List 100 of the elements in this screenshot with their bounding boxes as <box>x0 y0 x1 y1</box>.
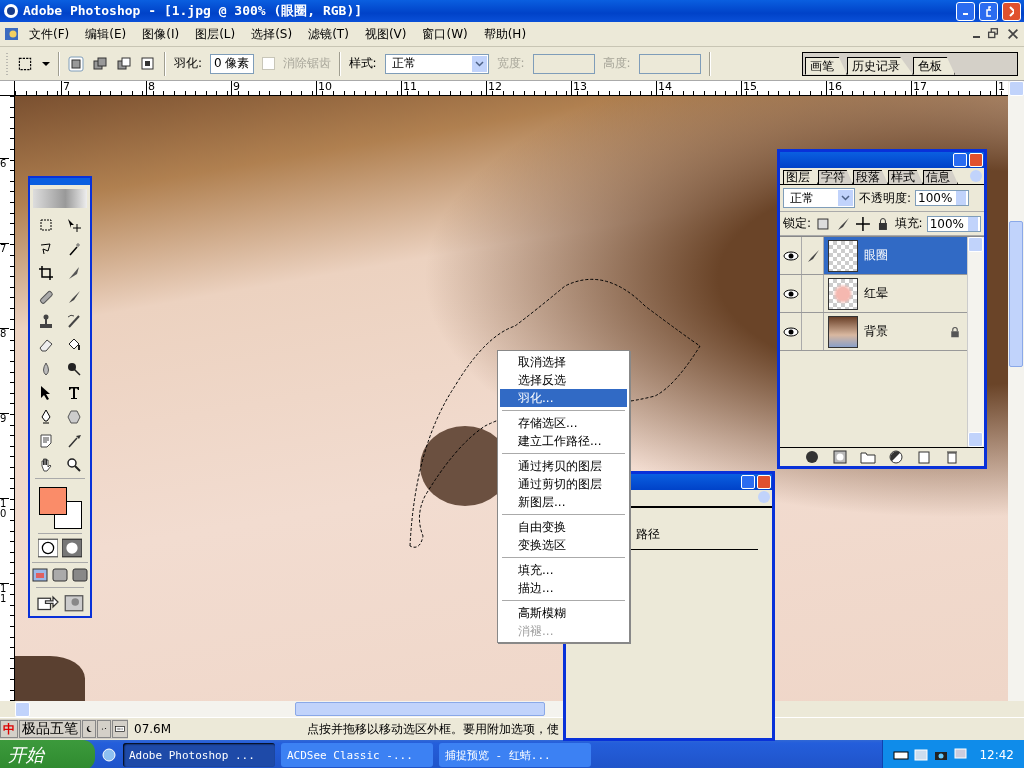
menu-item[interactable]: 编辑(E) <box>78 23 134 45</box>
menu-item[interactable]: 新图层... <box>500 493 627 511</box>
palette-tab[interactable]: 历史记录 <box>847 56 913 75</box>
ruler-number: 11 <box>401 81 486 95</box>
lock-icon <box>949 324 961 339</box>
horizontal-scrollbar[interactable] <box>15 701 563 717</box>
adjustment-icon <box>888 449 904 465</box>
menu-item[interactable]: 视图(V) <box>357 23 414 45</box>
taskbar-button[interactable]: 捕捉预览 - 红蜻... <box>439 743 591 767</box>
lock-label: 锁定: <box>783 215 812 232</box>
window-title: Adobe Photoshop - [1.jpg @ 300% (眼圈, RGB)] <box>23 2 364 20</box>
restore-icon <box>986 27 1000 41</box>
folder-icon <box>860 449 876 465</box>
close-button[interactable] <box>757 475 771 489</box>
panel-tab[interactable]: 样式 <box>888 170 923 184</box>
blend-mode-dropdown[interactable]: 正常 <box>783 188 855 208</box>
close-button[interactable] <box>1002 1 1021 21</box>
fill-field[interactable]: 100% <box>926 215 981 232</box>
menu-item[interactable]: 文件(F) <box>22 23 77 45</box>
menu-item[interactable]: 图层(L) <box>188 23 243 45</box>
menu-item[interactable]: 取消选择 <box>500 353 627 371</box>
menu-item[interactable]: 存储选区... <box>500 414 627 432</box>
eyedropper-icon <box>66 433 82 450</box>
network-icon <box>913 747 930 763</box>
menu-item[interactable]: 选择(S) <box>244 23 300 45</box>
close-button[interactable] <box>969 153 983 167</box>
ruler-number: 7 <box>61 81 146 95</box>
ruler-number: 6 <box>0 158 9 243</box>
panel-tab[interactable]: 字符 <box>818 170 853 184</box>
palette-tab[interactable]: 画笔 <box>805 56 847 75</box>
taskbar-button[interactable]: Adobe Photoshop ... <box>123 743 275 767</box>
menu-item[interactable]: 自由变换 <box>500 518 627 536</box>
ime-name[interactable]: 极品五笔 <box>19 720 81 738</box>
caret-icon[interactable] <box>42 61 50 66</box>
panel-tab[interactable]: 段落 <box>853 170 888 184</box>
layer-name: 背景 <box>864 323 889 340</box>
menu-item[interactable]: 建立工作路径... <box>500 432 627 450</box>
vertical-scrollbar[interactable] <box>1008 81 1024 701</box>
height-field[interactable] <box>638 53 701 74</box>
menu-item[interactable]: 帮助(H) <box>476 23 534 45</box>
width-label: 宽度: <box>496 55 525 72</box>
move-icon <box>854 215 871 232</box>
layer-style-icon <box>804 449 820 465</box>
style-dropdown[interactable]: 正常 <box>384 53 489 74</box>
hand-icon <box>38 457 54 474</box>
layer-row[interactable]: 背景 <box>824 313 967 350</box>
feather-field[interactable]: 0 像素 <box>210 53 254 74</box>
close-icon <box>1009 5 1014 17</box>
status-hint: 点按并拖移以移动选区外框。要用附加选项，使 <box>307 720 560 738</box>
panel-tab[interactable]: 信息 <box>923 170 958 184</box>
menu-item[interactable]: 填充... <box>500 561 627 579</box>
path-name[interactable]: 路径 <box>636 526 660 543</box>
start-button[interactable]: 开始 <box>0 740 95 768</box>
ruler-number: 10 <box>0 498 9 583</box>
width-field[interactable] <box>532 53 595 74</box>
menu-item[interactable]: 通过剪切的图层 <box>500 475 627 493</box>
menu-item[interactable]: 选择反选 <box>500 371 627 389</box>
ruler-number: 9 <box>231 81 316 95</box>
menu-item[interactable]: 窗口(W) <box>415 23 475 45</box>
intersect-selection-icon <box>140 55 156 72</box>
restore-button[interactable] <box>979 1 998 21</box>
stamp-icon <box>38 313 54 330</box>
menu-item[interactable]: 图像(I) <box>135 23 187 45</box>
foreground-color-swatch[interactable] <box>39 487 67 516</box>
menu-item[interactable]: 羽化... <box>500 389 627 407</box>
menu-item[interactable]: 滤镜(T) <box>301 23 356 45</box>
ruler-number: 17 <box>911 81 996 95</box>
ruler-number: 8 <box>0 328 9 413</box>
minimize-button[interactable] <box>956 1 975 21</box>
minimize-button[interactable] <box>953 153 967 167</box>
minimize-button[interactable] <box>741 475 755 489</box>
taskbar-button[interactable]: ACDSee Classic -... <box>281 743 433 767</box>
panel-tab[interactable]: 图层 <box>783 170 818 184</box>
antialias-label: 消除锯齿 <box>282 55 331 72</box>
ruler-number: 16 <box>826 81 911 95</box>
opacity-label: 不透明度: <box>859 189 912 207</box>
feather-label: 羽化: <box>174 55 203 72</box>
mask-icon <box>832 449 848 465</box>
browser-icon <box>101 747 117 763</box>
chevron-down-icon <box>841 195 850 201</box>
document-size: 07.6M <box>134 722 172 736</box>
ruler-number: 14 <box>656 81 741 95</box>
menu-item[interactable]: 高斯模糊 <box>500 604 627 622</box>
trash-icon <box>944 449 960 465</box>
screen-mode-icon <box>52 567 68 583</box>
marquee-icon <box>38 217 54 234</box>
opacity-field[interactable]: 100% <box>915 190 970 206</box>
hexagon-icon <box>66 409 82 426</box>
menu-item[interactable]: 描边... <box>500 579 627 597</box>
layer-row[interactable]: 眼圈 <box>824 237 967 274</box>
menu-item: 消褪... <box>517 623 555 640</box>
menu-item[interactable]: 变换选区 <box>500 536 627 554</box>
layers-scrollbar[interactable] <box>967 237 984 447</box>
menu-item[interactable]: 通过拷贝的图层 <box>500 457 627 475</box>
new-layer-icon <box>916 449 932 465</box>
layer-row[interactable]: 红晕 <box>824 275 967 312</box>
add-selection-icon <box>92 55 108 72</box>
ruler-number: 13 <box>571 81 656 95</box>
layer-name: 眼圈 <box>864 247 889 264</box>
palette-tab[interactable]: 色板 <box>913 56 955 75</box>
